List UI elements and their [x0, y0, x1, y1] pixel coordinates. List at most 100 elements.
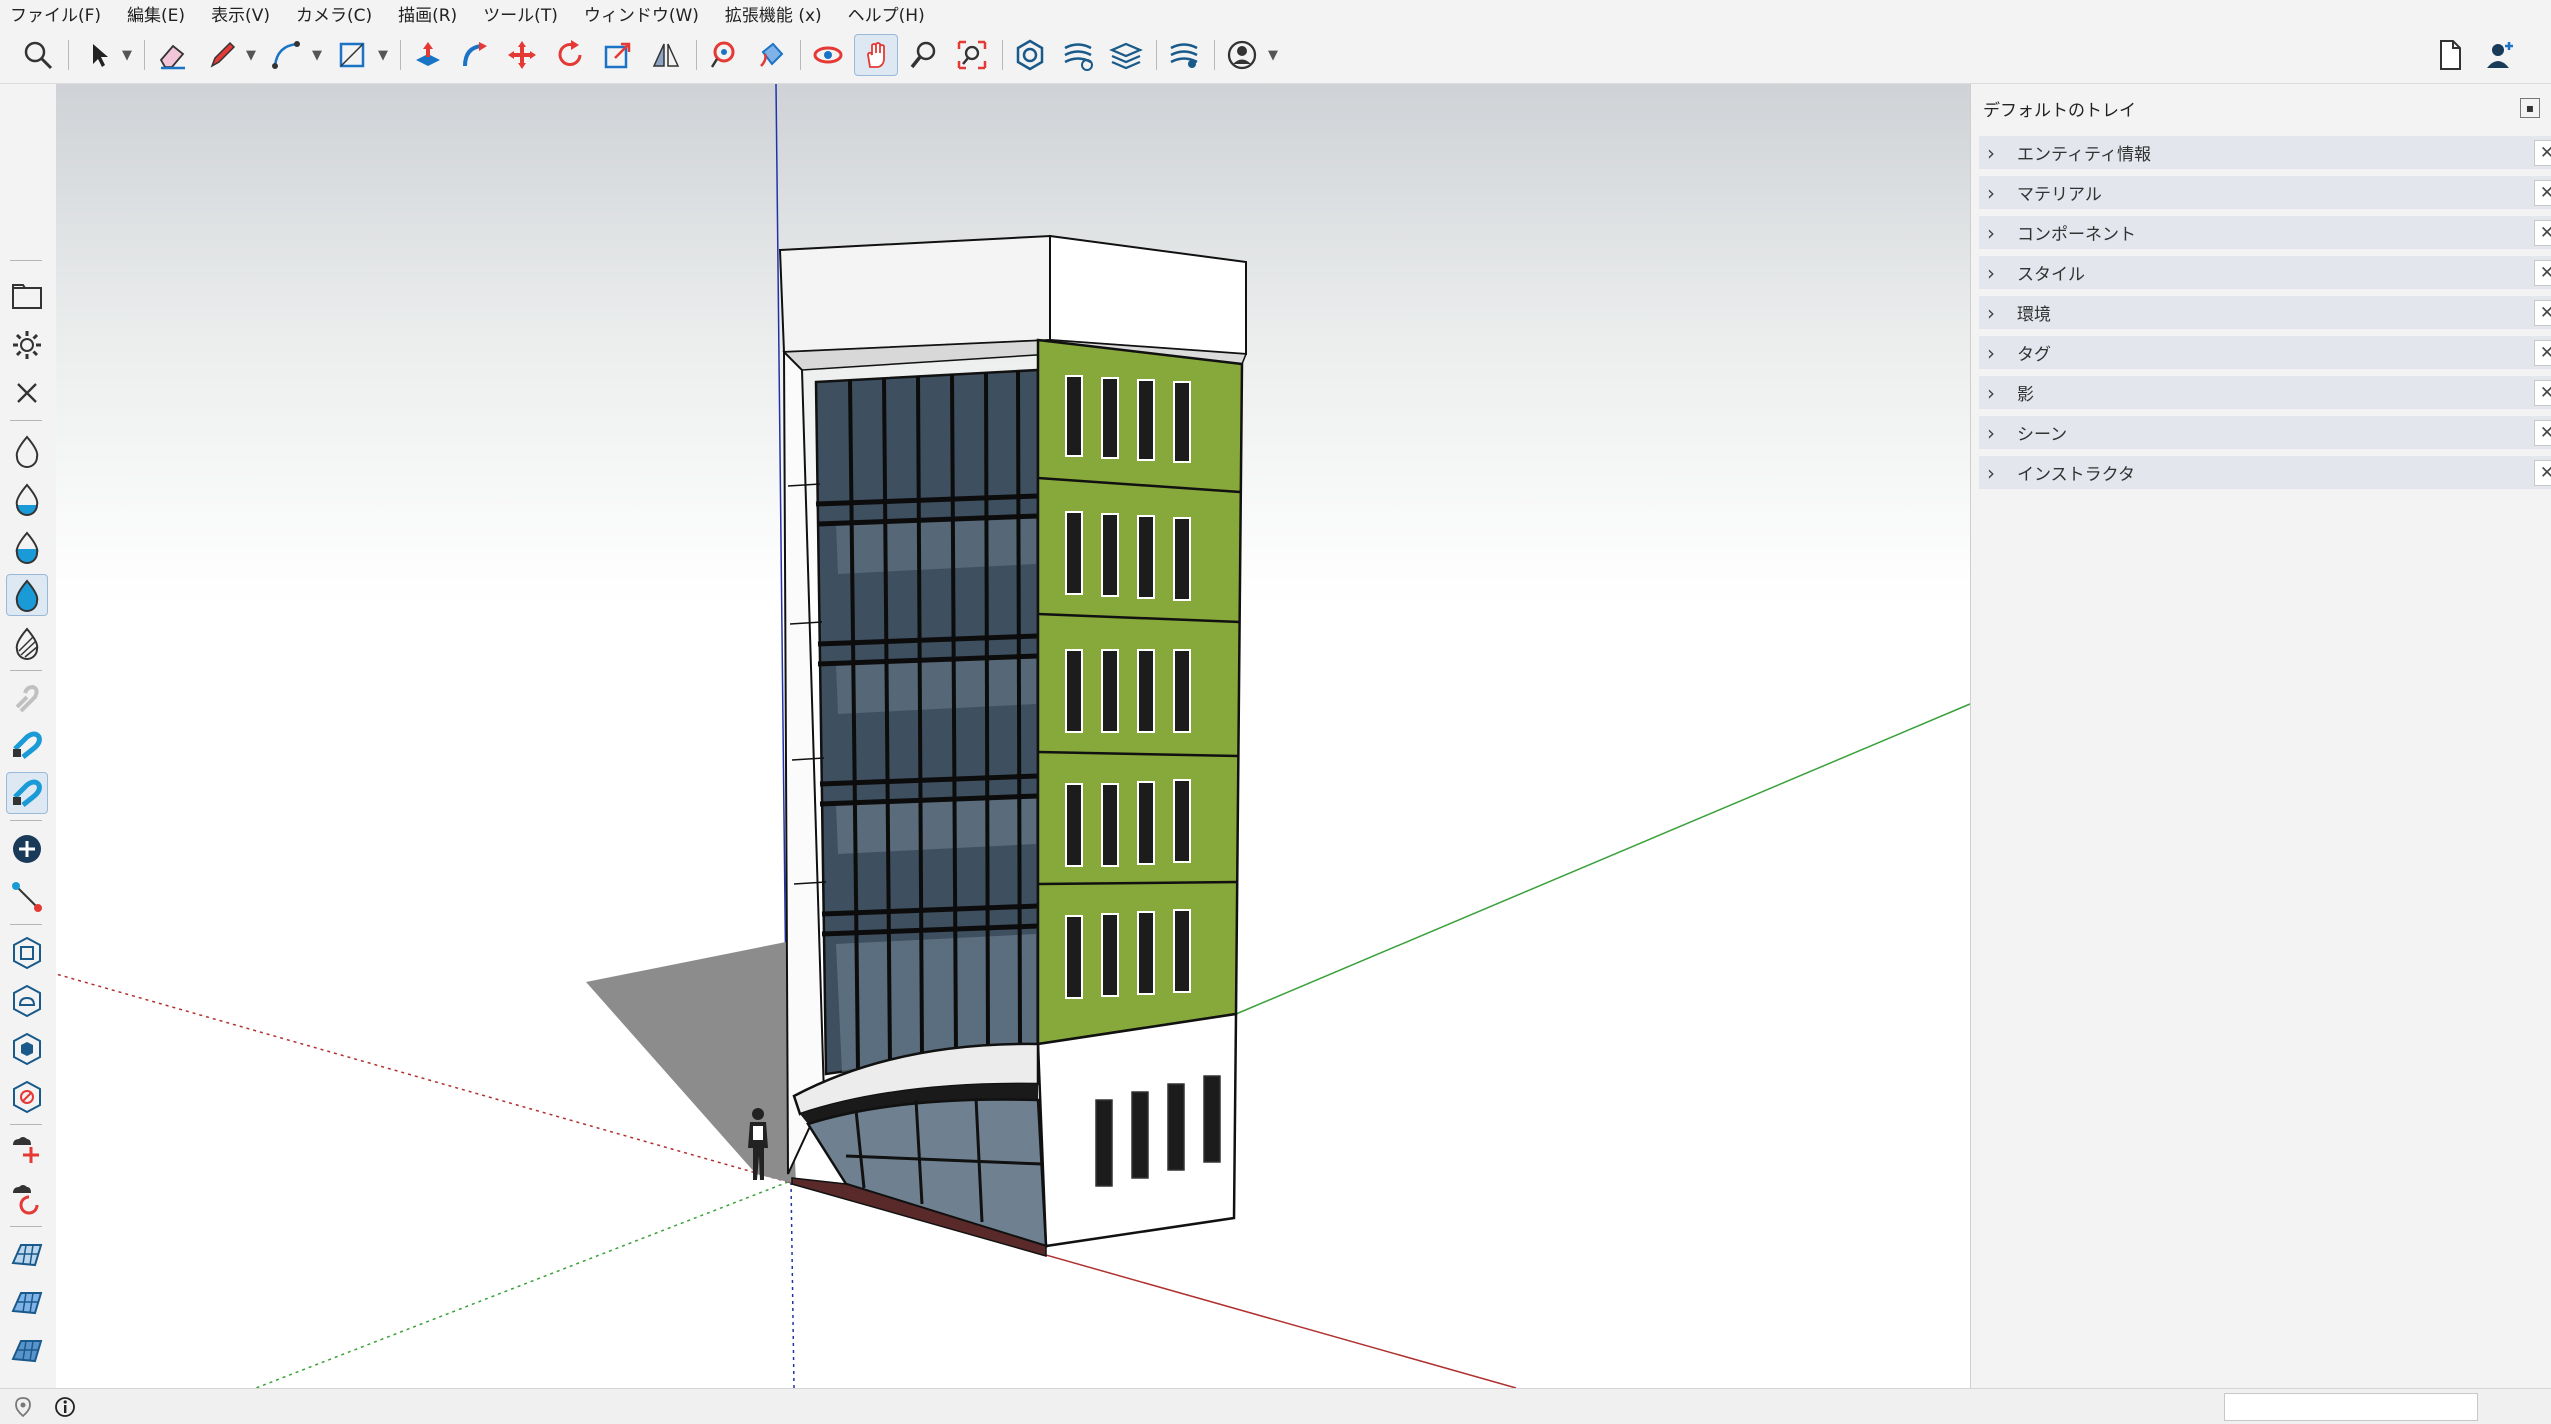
paint-bucket-icon[interactable] [750, 34, 794, 76]
panel-label: コンポーネント [2017, 225, 2136, 245]
measurements-box[interactable] [2224, 1393, 2478, 1421]
rectangle-icon[interactable] [330, 34, 374, 76]
chevron-right-icon: › [1987, 300, 1995, 325]
move-icon[interactable] [500, 34, 544, 76]
magnet-icon[interactable] [6, 724, 48, 766]
parapet-side [1049, 234, 1247, 356]
panel-styles[interactable]: › スタイル ✕ [1979, 256, 2551, 292]
menu-file[interactable]: ファイル(F) [10, 1, 101, 26]
close-icon[interactable]: ✕ [2534, 380, 2551, 406]
cloud-move-icon[interactable] [6, 1130, 48, 1172]
pan-icon[interactable] [854, 34, 898, 76]
panel-label: 環境 [2017, 305, 2051, 325]
model-viewport[interactable] [56, 84, 1970, 1388]
panel-environment[interactable]: › 環境 ✕ [1979, 296, 2551, 332]
layers-icon[interactable] [1104, 34, 1148, 76]
search-icon[interactable] [16, 34, 60, 76]
arc-icon[interactable] [264, 34, 308, 76]
account-icon[interactable] [2478, 34, 2522, 76]
menu-edit[interactable]: 編集(E) [127, 1, 185, 26]
hex-cube-icon[interactable] [6, 1028, 48, 1070]
magnet-active-icon[interactable] [6, 772, 48, 814]
chevron-right-icon: › [1987, 180, 1995, 205]
axis-green-negative [255, 1181, 789, 1388]
menu-draw[interactable]: 描画(R) [398, 1, 457, 26]
building-model-drawing [56, 84, 1970, 1388]
close-icon[interactable]: ✕ [2534, 140, 2551, 166]
sandbox-icon[interactable] [1056, 34, 1100, 76]
panel-shadows[interactable]: › 影 ✕ [1979, 376, 2551, 412]
close-icon[interactable]: ✕ [2534, 220, 2551, 246]
menu-extensions[interactable]: 拡張機能 (x) [725, 1, 822, 26]
parapet-front [778, 234, 1051, 354]
water-drop-quarter-icon[interactable] [6, 478, 48, 520]
gear-icon[interactable] [6, 324, 48, 366]
close-icon[interactable]: ✕ [2534, 300, 2551, 326]
menu-view[interactable]: 表示(V) [211, 1, 270, 26]
water-drop-half-icon[interactable] [6, 526, 48, 568]
cloud-rotate-icon[interactable] [6, 1178, 48, 1220]
chevron-right-icon: › [1987, 460, 1995, 485]
panel-label: インストラクタ [2017, 465, 2135, 485]
grid-plane-2-icon[interactable] [6, 1282, 48, 1324]
hex-square-icon[interactable] [6, 932, 48, 974]
axis-green [1235, 703, 1970, 1015]
user-icon[interactable] [1220, 34, 1264, 76]
zoom-extents-icon[interactable] [950, 34, 994, 76]
add-circle-icon[interactable] [6, 828, 48, 870]
close-icon[interactable]: ✕ [2534, 460, 2551, 486]
new-file-icon[interactable] [2428, 34, 2472, 76]
line-endpoint-icon[interactable] [6, 876, 48, 918]
folder-icon[interactable] [6, 276, 48, 318]
panel-instructor[interactable]: › インストラクタ ✕ [1979, 456, 2551, 492]
orbit-icon[interactable] [806, 34, 850, 76]
panel-materials[interactable]: › マテリアル ✕ [1979, 176, 2551, 212]
rotate-icon[interactable] [548, 34, 592, 76]
scale-icon[interactable] [596, 34, 640, 76]
eraser-icon[interactable] [150, 34, 194, 76]
zoom-icon[interactable] [902, 34, 946, 76]
info-icon[interactable] [54, 1396, 76, 1418]
status-bar [0, 1388, 2551, 1424]
menu-window[interactable]: ウィンドウ(W) [584, 1, 699, 26]
hex-prohibit-icon[interactable] [6, 1076, 48, 1118]
storefront-glass [806, 1098, 1048, 1248]
menu-tools[interactable]: ツール(T) [483, 1, 558, 26]
water-drop-empty-icon[interactable] [6, 430, 48, 472]
close-icon[interactable]: ✕ [2534, 180, 2551, 206]
main-toolbar: ▼ ▼ ▼ ▼ ▼ [0, 26, 2551, 84]
close-icon[interactable]: ✕ [2534, 420, 2551, 446]
hex-cloud-icon[interactable] [6, 980, 48, 1022]
panel-tags[interactable]: › タグ ✕ [1979, 336, 2551, 372]
water-drop-striped-icon[interactable] [6, 622, 48, 664]
pin-icon[interactable]: ▪ [2520, 98, 2540, 118]
close-icon[interactable] [6, 372, 48, 414]
chevron-right-icon: › [1987, 380, 1995, 405]
panel-label: スタイル [2017, 265, 2085, 285]
tape-measure-icon[interactable] [702, 34, 746, 76]
panel-label: 影 [2017, 385, 2034, 405]
panel-scenes[interactable]: › シーン ✕ [1979, 416, 2551, 452]
magnet-faded-icon[interactable] [6, 676, 48, 718]
menu-camera[interactable]: カメラ(C) [296, 1, 372, 26]
geo-location-icon[interactable] [12, 1396, 34, 1418]
menu-help[interactable]: ヘルプ(H) [848, 1, 925, 26]
follow-me-icon[interactable] [452, 34, 496, 76]
grid-plane-3-icon[interactable] [6, 1330, 48, 1372]
menu-bar: ファイル(F) 編集(E) 表示(V) カメラ(C) 描画(R) ツール(T) … [0, 0, 2551, 26]
panel-components[interactable]: › コンポーネント ✕ [1979, 216, 2551, 252]
chevron-right-icon: › [1987, 340, 1995, 365]
close-icon[interactable]: ✕ [2534, 340, 2551, 366]
water-drop-full-icon[interactable] [6, 574, 48, 616]
style-builder-icon[interactable] [1162, 34, 1206, 76]
grid-plane-icon[interactable] [6, 1234, 48, 1276]
solid-tools-icon[interactable] [1008, 34, 1052, 76]
default-tray: デフォルトのトレイ ▪ › エンティティ情報 ✕ › マテリアル ✕ › コンポ… [1970, 84, 2551, 1388]
panel-entity-info[interactable]: › エンティティ情報 ✕ [1979, 136, 2551, 172]
select-icon[interactable] [76, 34, 120, 76]
push-pull-icon[interactable] [406, 34, 450, 76]
close-icon[interactable]: ✕ [2534, 260, 2551, 286]
pencil-icon[interactable] [200, 34, 244, 76]
axis-blue-negative [790, 1181, 795, 1388]
flip-icon[interactable] [644, 34, 688, 76]
